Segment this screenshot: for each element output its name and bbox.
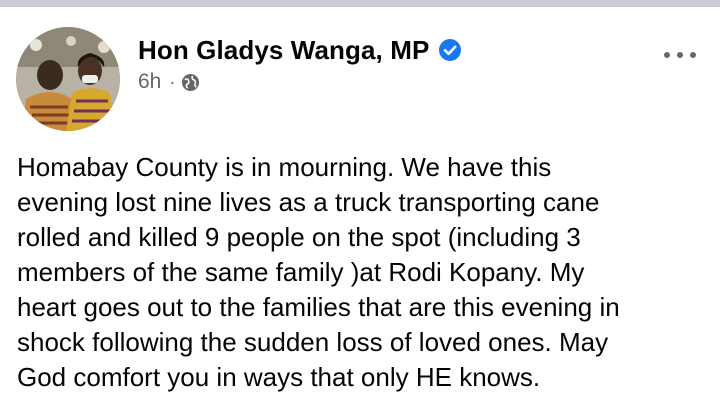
author-name[interactable]: Hon Gladys Wanga, MP	[138, 35, 429, 66]
post-body: Homabay County is in mourning. We have t…	[17, 150, 707, 395]
avatar-photo	[16, 27, 120, 131]
top-divider	[0, 0, 720, 7]
globe-icon[interactable]	[181, 73, 200, 92]
facebook-post: Hon Gladys Wanga, MP 6h · Homabay County…	[0, 0, 720, 402]
author-avatar[interactable]	[16, 27, 120, 131]
post-text-line: evening lost nine lives as a truck trans…	[17, 187, 600, 217]
post-text-line: shock following the sudden loss of loved…	[17, 327, 609, 357]
post-text-line: Homabay County is in mourning. We have t…	[17, 152, 552, 182]
more-dot-icon	[690, 52, 696, 58]
post-text-line: members of the same family )at Rodi Kopa…	[17, 257, 585, 287]
meta-separator: ·	[169, 71, 176, 92]
post-timestamp[interactable]: 6h	[138, 70, 161, 94]
post-text-line: heart goes out to the families that are …	[17, 292, 620, 322]
post-text-line: rolled and killed 9 people on the spot (…	[17, 222, 581, 252]
author-row: Hon Gladys Wanga, MP	[138, 32, 462, 68]
post-meta: 6h ·	[138, 68, 200, 96]
more-dot-icon	[664, 52, 670, 58]
verified-badge-icon	[439, 39, 462, 61]
more-options-button[interactable]	[664, 44, 696, 66]
more-dot-icon	[677, 52, 683, 58]
post-text-line: God comfort you in ways that only HE kno…	[17, 362, 541, 392]
